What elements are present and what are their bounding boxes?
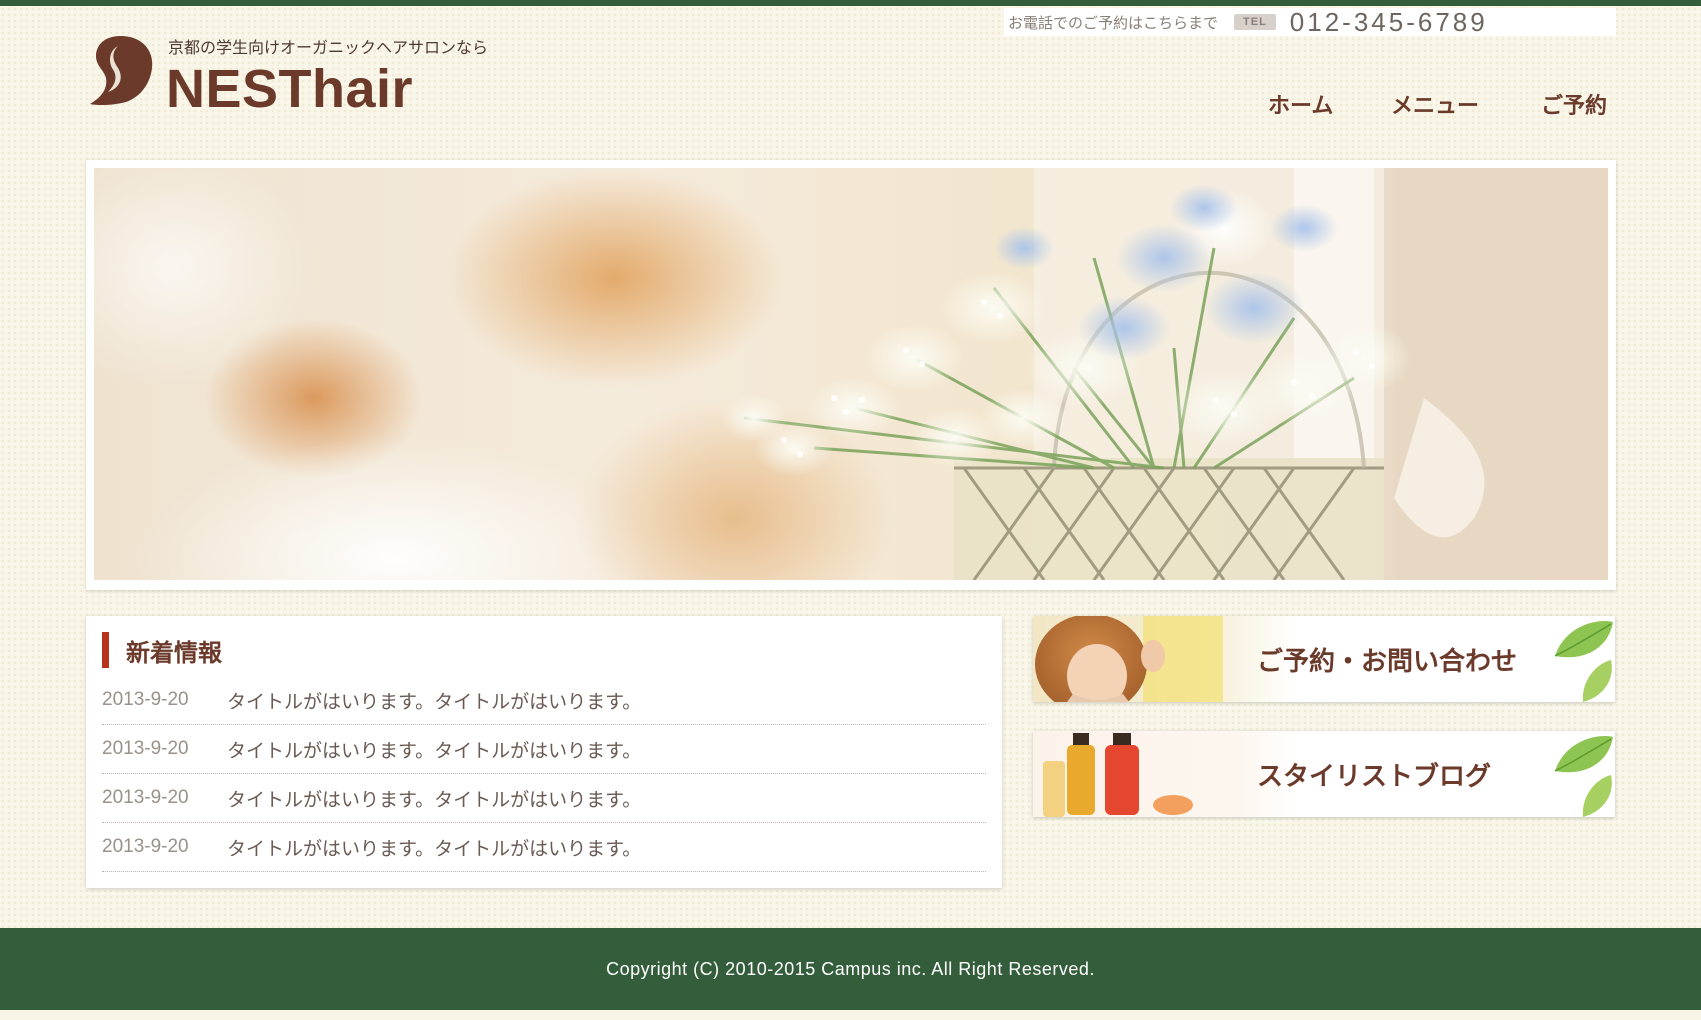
news-title-link[interactable]: タイトルがはいります。タイトルがはいります。 <box>227 785 641 812</box>
news-date: 2013-9-20 <box>102 689 189 710</box>
nav-menu[interactable]: メニュー <box>1391 88 1479 120</box>
nav-reservation[interactable]: ご予約 <box>1541 88 1607 120</box>
site-tagline: 京都の学生向けオーガニックヘアサロンなら <box>168 38 489 57</box>
news-item[interactable]: 2013-9-20 タイトルがはいります。タイトルがはいります。 <box>102 823 986 872</box>
bottom-strip <box>0 1010 1701 1020</box>
hair-silhouette-logo-icon[interactable] <box>86 34 154 106</box>
copyright-text: Copyright (C) 2010-2015 Campus inc. All … <box>606 958 1095 979</box>
leaf-icon <box>1554 621 1613 702</box>
news-item[interactable]: 2013-9-20 タイトルがはいります。タイトルがはいります。 <box>102 676 986 725</box>
news-accent-bar <box>102 632 109 668</box>
news-title-link[interactable]: タイトルがはいります。タイトルがはいります。 <box>227 687 641 714</box>
news-date: 2013-9-20 <box>102 787 189 808</box>
news-item[interactable]: 2013-9-20 タイトルがはいります。タイトルがはいります。 <box>102 725 986 774</box>
news-item[interactable]: 2013-9-20 タイトルがはいります。タイトルがはいります。 <box>102 774 986 823</box>
contact-banner[interactable]: ご予約・お問い合わせ <box>1033 616 1615 702</box>
tel-badge: TEL <box>1234 14 1276 30</box>
hero-flower-image <box>94 168 1608 580</box>
news-list: 2013-9-20 タイトルがはいります。タイトルがはいります。 2013-9-… <box>102 676 986 872</box>
phone-lead-text: お電話でのご予約はこちらまで <box>1008 13 1219 32</box>
stylist-blog-banner[interactable]: スタイリストブログ <box>1033 731 1615 817</box>
news-date: 2013-9-20 <box>102 738 189 759</box>
news-title: 新着情報 <box>126 638 222 667</box>
phone-number[interactable]: 012-345-6789 <box>1290 7 1488 38</box>
news-section: 新着情報 2013-9-20 タイトルがはいります。タイトルがはいります。 20… <box>86 616 1002 888</box>
news-title-link[interactable]: タイトルがはいります。タイトルがはいります。 <box>227 736 641 763</box>
phone-contact: お電話でのご予約はこちらまで TEL 012-345-6789 <box>1004 7 1616 38</box>
leaf-icon <box>1554 736 1613 817</box>
brand-logo-text[interactable]: NESThair <box>166 59 413 119</box>
nav-home[interactable]: ホーム <box>1268 88 1333 120</box>
hero-banner <box>86 160 1616 590</box>
top-accent-bar <box>0 0 1701 6</box>
blog-banner-label: スタイリストブログ <box>1257 761 1492 792</box>
footer: Copyright (C) 2010-2015 Campus inc. All … <box>0 928 1701 1010</box>
news-date: 2013-9-20 <box>102 836 189 857</box>
news-header: 新着情報 <box>102 632 222 668</box>
news-title-link[interactable]: タイトルがはいります。タイトルがはいります。 <box>227 834 641 861</box>
contact-banner-label: ご予約・お問い合わせ <box>1257 646 1518 677</box>
